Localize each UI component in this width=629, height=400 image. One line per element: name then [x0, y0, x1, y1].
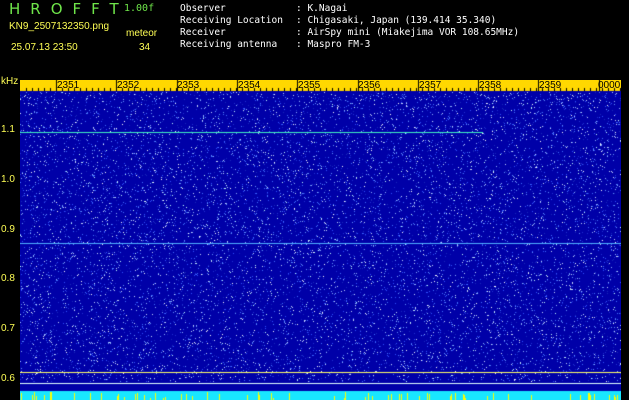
receiver-value: : AirSpy mini (Miakejima VOR 108.65MHz) [296, 27, 520, 38]
x-tick-label: 0000 [598, 80, 621, 91]
y-axis-unit: kHz [1, 76, 19, 87]
datetime-label: 25.07.13 23:50 [11, 42, 78, 53]
observer-label: Observer [180, 3, 226, 14]
y-tick-label: 1.0 [1, 174, 15, 185]
observer-value: : K.Nagai [296, 3, 348, 14]
location-label: Receiving Location [180, 15, 283, 26]
x-tick-label: 2351 [57, 80, 80, 91]
meteor-label: meteor [126, 28, 158, 39]
spectrogram-canvas [20, 80, 621, 400]
y-tick-label: 1.1 [1, 124, 15, 135]
y-tick-label: 0.7 [1, 323, 15, 334]
antenna-label: Receiving antenna [180, 39, 278, 50]
y-tick-label: 0.6 [1, 373, 15, 384]
receiver-label: Receiver [180, 27, 226, 38]
x-tick-label: 2355 [298, 80, 321, 91]
version-label: 1.00f [124, 3, 155, 14]
hrofft-window: HROFFT 1.00f KN9_2507132350.png 25.07.13… [0, 0, 629, 400]
x-tick-label: 2356 [358, 80, 381, 91]
y-tick-label: 0.9 [1, 224, 15, 235]
x-tick-label: 2352 [117, 80, 140, 91]
meteor-count: 34 [139, 42, 151, 53]
x-tick-label: 2358 [479, 80, 502, 91]
app-title: HROFFT [9, 0, 129, 18]
y-tick-label: 0.8 [1, 273, 15, 284]
x-tick-label: 2357 [419, 80, 442, 91]
x-tick-label: 2353 [177, 80, 200, 91]
filename-label: KN9_2507132350.png [9, 21, 110, 32]
antenna-value: : Maspro FM-3 [296, 39, 371, 50]
location-value: : Chigasaki, Japan (139.414 35.340) [296, 15, 497, 26]
x-tick-label: 2354 [238, 80, 261, 91]
x-tick-label: 2359 [539, 80, 562, 91]
